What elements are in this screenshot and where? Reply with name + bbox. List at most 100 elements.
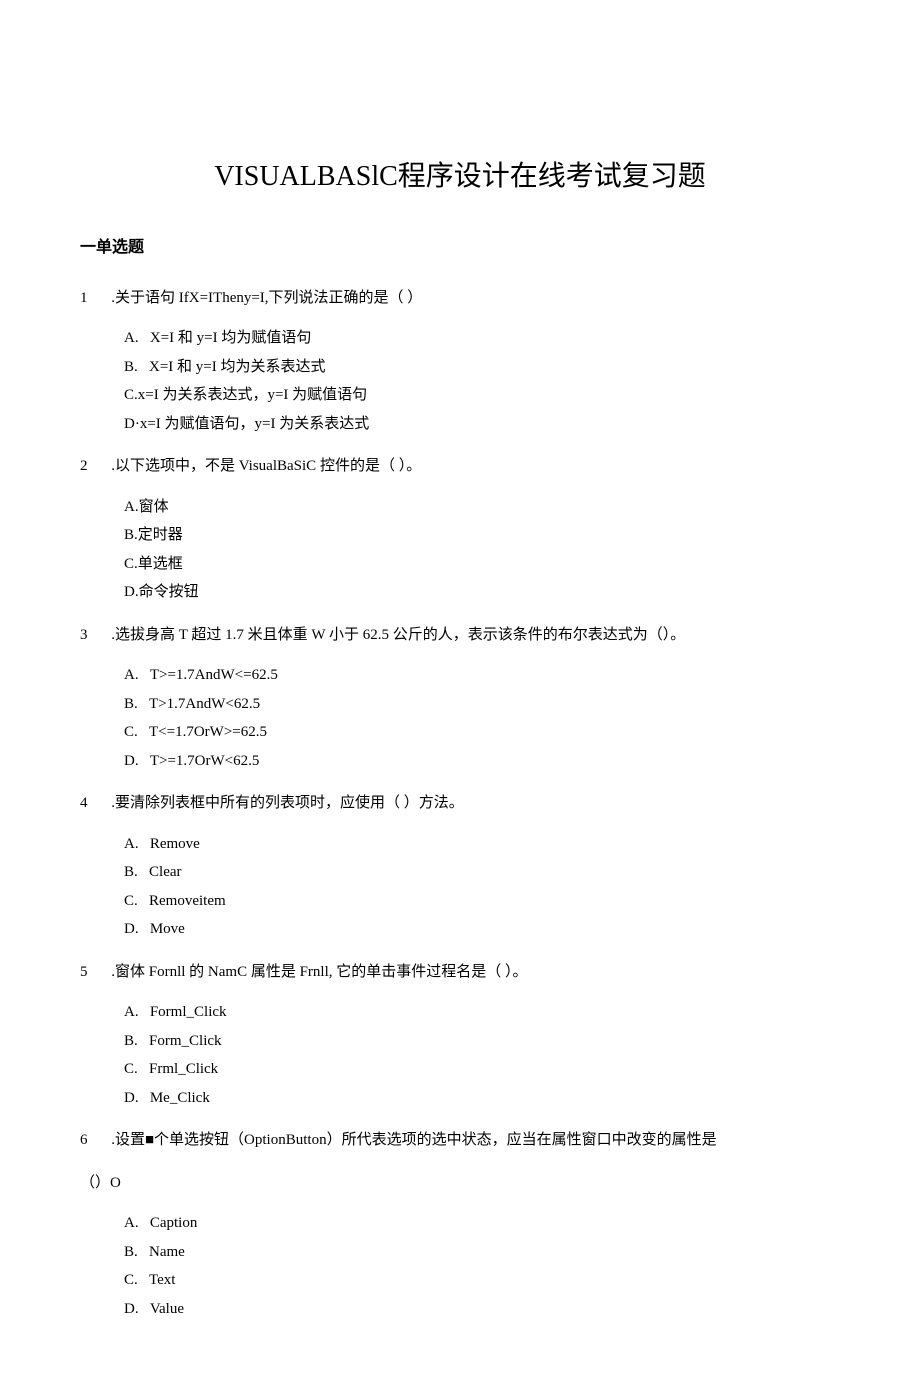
question-dot: . [100, 452, 115, 481]
option-text: Text [149, 1266, 175, 1295]
option-text: Removeitem [149, 887, 226, 916]
option-text: T<=1.7OrW>=62.5 [149, 718, 267, 747]
question-stem: 要清除列表框中所有的列表项时，应使用（ ）方法。 [115, 789, 840, 818]
question-number: 4 [80, 789, 100, 818]
option-c: C. Text [124, 1266, 840, 1295]
option-list: A. Caption B. Name C. Text D. Value [80, 1209, 840, 1323]
question-6: 6 . 设置■个单选按钮（OptionButton）所代表选项的选中状态，应当在… [80, 1126, 840, 1323]
option-c: C.单选框 [124, 550, 840, 579]
option-text: 单选框 [138, 550, 183, 579]
option-text: Value [150, 1295, 184, 1324]
option-text: X=I 和 y=I 均为赋值语句 [150, 324, 312, 353]
option-text: 定时器 [138, 521, 183, 550]
option-label: D. [124, 578, 139, 607]
question-2: 2 . 以下选项中，不是 VisualBaSiC 控件的是（ ）。 A.窗体 B… [80, 452, 840, 607]
option-b: B. Name [124, 1238, 840, 1267]
option-label: D. [124, 1084, 150, 1113]
question-stem: 选拔身高 T 超过 1.7 米且体重 W 小于 62.5 公斤的人，表示该条件的… [115, 621, 840, 650]
option-list: A. T>=1.7AndW<=62.5 B. T>1.7AndW<62.5 C.… [80, 661, 840, 775]
option-label: C. [124, 1055, 149, 1084]
question-number: 3 [80, 621, 100, 650]
option-c: C. Removeitem [124, 887, 840, 916]
option-b: B. Clear [124, 858, 840, 887]
option-list: A. Forml_Click B. Form_Click C. Frml_Cli… [80, 998, 840, 1112]
option-list: A. Remove B. Clear C. Removeitem D. Move [80, 830, 840, 944]
question-stem-row: 5 . 窗体 Fornll 的 NamC 属性是 Frnll, 它的单击事件过程… [80, 958, 840, 987]
question-stem-row: 4 . 要清除列表框中所有的列表项时，应使用（ ）方法。 [80, 789, 840, 818]
question-number: 5 [80, 958, 100, 987]
option-label: C. [124, 887, 149, 916]
option-b: B. Form_Click [124, 1027, 840, 1056]
option-b: B.定时器 [124, 521, 840, 550]
option-label: D. [124, 747, 150, 776]
question-stem: 以下选项中，不是 VisualBaSiC 控件的是（ ）。 [115, 452, 840, 481]
option-d: D.命令按钮 [124, 578, 840, 607]
option-d: D. T>=1.7OrW<62.5 [124, 747, 840, 776]
option-d: D·x=I 为赋值语句，y=I 为关系表达式 [124, 410, 840, 439]
question-dot: . [100, 1126, 115, 1155]
option-list: A. X=I 和 y=I 均为赋值语句 B. X=I 和 y=I 均为关系表达式… [80, 324, 840, 438]
option-a: A. Forml_Click [124, 998, 840, 1027]
option-label: A. [124, 324, 150, 353]
option-label: B. [124, 1027, 149, 1056]
question-number: 2 [80, 452, 100, 481]
option-label: D· [124, 410, 140, 439]
option-text: Form_Click [149, 1027, 222, 1056]
option-text: Me_Click [150, 1084, 210, 1113]
question-number: 6 [80, 1126, 100, 1155]
option-label: C. [124, 550, 138, 579]
option-label: D. [124, 1295, 150, 1324]
option-a: A. T>=1.7AndW<=62.5 [124, 661, 840, 690]
option-b: B. T>1.7AndW<62.5 [124, 690, 840, 719]
question-stem-row: 3 . 选拔身高 T 超过 1.7 米且体重 W 小于 62.5 公斤的人，表示… [80, 621, 840, 650]
option-text: X=I 和 y=I 均为关系表达式 [149, 353, 326, 382]
option-a: A. Caption [124, 1209, 840, 1238]
option-text: 窗体 [139, 493, 169, 522]
document-title: VISUALBASlC程序设计在线考试复习题 [80, 150, 840, 203]
question-stem-row: 6 . 设置■个单选按钮（OptionButton）所代表选项的选中状态，应当在… [80, 1126, 840, 1155]
option-text: T>1.7AndW<62.5 [149, 690, 260, 719]
option-list: A.窗体 B.定时器 C.单选框 D.命令按钮 [80, 493, 840, 607]
option-label: B. [124, 690, 149, 719]
option-label: C. [124, 1266, 149, 1295]
option-label: A. [124, 661, 150, 690]
option-d: D. Value [124, 1295, 840, 1324]
question-stem-row: 1 . 关于语句 IfX=ITheny=I,下列说法正确的是（ ） [80, 284, 840, 313]
option-c: C. Frml_Click [124, 1055, 840, 1084]
question-stem-continuation: （）O [80, 1169, 840, 1198]
option-a: A. Remove [124, 830, 840, 859]
question-number: 1 [80, 284, 100, 313]
option-label: B. [124, 353, 149, 382]
option-label: C. [124, 381, 138, 410]
question-dot: . [100, 284, 115, 313]
option-label: A. [124, 830, 150, 859]
option-text: x=I 为关系表达式，y=I 为赋值语句 [138, 381, 367, 410]
option-text: Frml_Click [149, 1055, 218, 1084]
option-text: Forml_Click [150, 998, 227, 1027]
option-text: Move [150, 915, 185, 944]
option-a: A.窗体 [124, 493, 840, 522]
section-heading: 一单选题 [80, 233, 840, 263]
question-stem: 窗体 Fornll 的 NamC 属性是 Frnll, 它的单击事件过程名是（ … [115, 958, 840, 987]
option-label: D. [124, 915, 150, 944]
option-c: C. T<=1.7OrW>=62.5 [124, 718, 840, 747]
question-stem: 关于语句 IfX=ITheny=I,下列说法正确的是（ ） [115, 284, 840, 313]
option-label: B. [124, 858, 149, 887]
option-text: 命令按钮 [139, 578, 199, 607]
option-label: C. [124, 718, 149, 747]
question-1: 1 . 关于语句 IfX=ITheny=I,下列说法正确的是（ ） A. X=I… [80, 284, 840, 439]
option-text: Clear [149, 858, 181, 887]
option-text: Caption [150, 1209, 198, 1238]
option-label: A. [124, 998, 150, 1027]
option-text: T>=1.7AndW<=62.5 [150, 661, 278, 690]
option-a: A. X=I 和 y=I 均为赋值语句 [124, 324, 840, 353]
option-label: A. [124, 1209, 150, 1238]
option-d: D. Me_Click [124, 1084, 840, 1113]
question-dot: . [100, 789, 115, 818]
document-page: VISUALBASlC程序设计在线考试复习题 一单选题 1 . 关于语句 IfX… [0, 0, 920, 1397]
question-stem-row: 2 . 以下选项中，不是 VisualBaSiC 控件的是（ ）。 [80, 452, 840, 481]
question-stem: 设置■个单选按钮（OptionButton）所代表选项的选中状态，应当在属性窗口… [115, 1126, 840, 1155]
option-label: A. [124, 493, 139, 522]
option-c: C.x=I 为关系表达式，y=I 为赋值语句 [124, 381, 840, 410]
option-label: B. [124, 521, 138, 550]
